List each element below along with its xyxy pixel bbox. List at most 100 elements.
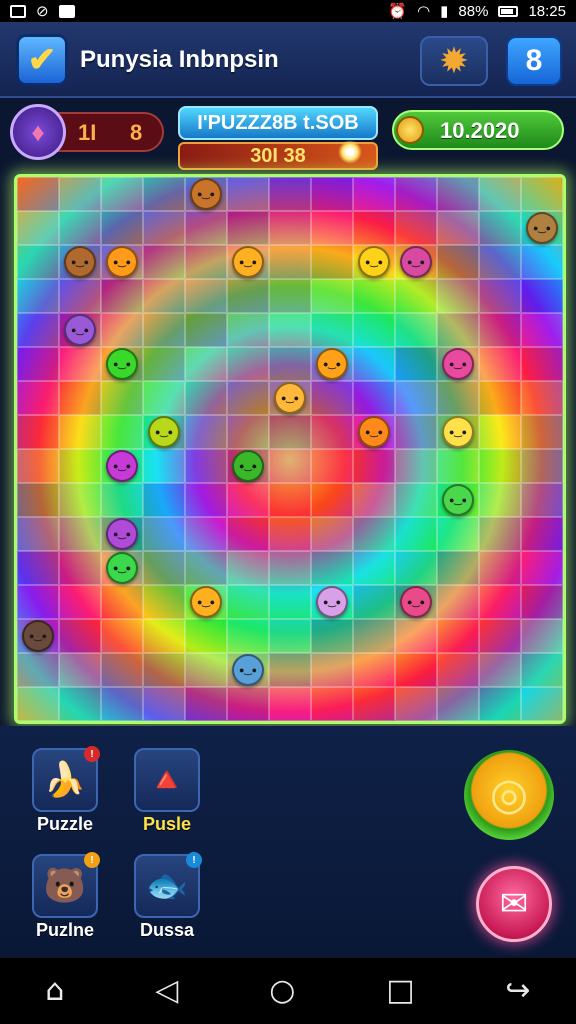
recents-icon[interactable]: □ <box>386 976 414 1006</box>
puzzle-piece[interactable] <box>521 245 563 279</box>
puzzle-piece[interactable] <box>143 177 185 211</box>
puzzle-piece[interactable] <box>521 449 563 483</box>
puzzle-piece[interactable] <box>311 415 353 449</box>
puzzle-piece[interactable] <box>437 313 479 347</box>
puzzle-piece[interactable] <box>353 177 395 211</box>
puzzle-piece[interactable] <box>143 687 185 721</box>
puzzle-piece[interactable] <box>185 381 227 415</box>
puzzle-piece[interactable] <box>479 687 521 721</box>
puzzle-piece[interactable] <box>353 653 395 687</box>
puzzle-piece[interactable] <box>353 381 395 415</box>
puzzle-piece[interactable] <box>143 313 185 347</box>
puzzle-piece[interactable] <box>353 585 395 619</box>
critter-piece[interactable]: ●‿● <box>64 246 96 278</box>
puzzle-piece[interactable] <box>479 585 521 619</box>
settings-button[interactable]: ✹ <box>420 36 488 86</box>
puzzle-piece[interactable] <box>185 653 227 687</box>
puzzle-piece[interactable] <box>311 449 353 483</box>
puzzle-piece[interactable] <box>59 585 101 619</box>
puzzle-piece[interactable] <box>17 245 59 279</box>
puzzle-piece[interactable] <box>101 687 143 721</box>
puzzle-grid[interactable]: ●‿● ●‿● ●‿● ●‿● ●‿● ●‿● ●‿● ●‿● ●‿● ●‿● ●‿● ●‿● ●‿● ●… <box>17 177 563 721</box>
inventory-tile-1[interactable]: 🍌 ! <box>32 746 100 812</box>
puzzle-piece[interactable] <box>521 279 563 313</box>
puzzle-piece[interactable] <box>311 177 353 211</box>
critter-piece[interactable]: ●‿● <box>190 586 222 618</box>
puzzle-piece[interactable] <box>437 211 479 245</box>
puzzle-piece[interactable] <box>227 279 269 313</box>
puzzle-piece[interactable] <box>311 211 353 245</box>
puzzle-piece[interactable] <box>395 619 437 653</box>
puzzle-piece[interactable] <box>143 381 185 415</box>
puzzle-piece[interactable] <box>521 517 563 551</box>
puzzle-piece[interactable] <box>17 687 59 721</box>
puzzle-piece[interactable] <box>395 653 437 687</box>
critter-piece[interactable]: ●‿● <box>358 246 390 278</box>
puzzle-piece[interactable] <box>101 211 143 245</box>
puzzle-piece[interactable] <box>353 449 395 483</box>
puzzle-piece[interactable] <box>185 313 227 347</box>
puzzle-piece[interactable] <box>311 653 353 687</box>
puzzle-piece[interactable] <box>395 279 437 313</box>
puzzle-piece[interactable] <box>227 415 269 449</box>
circle-home-icon[interactable]: ○ <box>269 976 295 1006</box>
puzzle-piece[interactable] <box>395 415 437 449</box>
puzzle-board[interactable]: ●‿● ●‿● ●‿● ●‿● ●‿● ●‿● ●‿● ●‿● ●‿● ●‿● ●‿● ●‿● ●‿● ●… <box>14 174 566 724</box>
puzzle-piece[interactable] <box>269 449 311 483</box>
critter-piece[interactable]: ●‿● <box>442 484 474 516</box>
puzzle-piece[interactable] <box>311 245 353 279</box>
puzzle-piece[interactable] <box>17 653 59 687</box>
critter-piece[interactable]: ●‿● <box>148 416 180 448</box>
puzzle-piece[interactable] <box>353 517 395 551</box>
puzzle-piece[interactable] <box>353 619 395 653</box>
puzzle-piece[interactable] <box>227 211 269 245</box>
home-icon[interactable]: ⌂ <box>45 976 64 1006</box>
gem-badge[interactable]: ♦ <box>10 104 66 160</box>
puzzle-piece[interactable] <box>269 619 311 653</box>
puzzle-piece[interactable] <box>227 585 269 619</box>
puzzle-piece[interactable] <box>143 483 185 517</box>
puzzle-piece[interactable] <box>17 279 59 313</box>
inventory-tile-3[interactable]: 🐻 ! <box>32 852 100 918</box>
puzzle-piece[interactable] <box>269 585 311 619</box>
coin-action-button[interactable]: ◎ <box>464 750 554 840</box>
puzzle-piece[interactable] <box>479 483 521 517</box>
puzzle-piece[interactable] <box>269 177 311 211</box>
puzzle-piece[interactable] <box>101 619 143 653</box>
puzzle-piece[interactable] <box>521 585 563 619</box>
puzzle-piece[interactable] <box>269 551 311 585</box>
puzzle-piece[interactable] <box>353 279 395 313</box>
puzzle-piece[interactable] <box>101 415 143 449</box>
puzzle-piece[interactable] <box>59 653 101 687</box>
puzzle-piece[interactable] <box>437 177 479 211</box>
puzzle-piece[interactable] <box>479 449 521 483</box>
puzzle-piece[interactable] <box>311 279 353 313</box>
puzzle-piece[interactable] <box>311 517 353 551</box>
critter-piece[interactable]: ●‿● <box>106 348 138 380</box>
puzzle-piece[interactable] <box>521 415 563 449</box>
critter-piece[interactable]: ●‿● <box>190 178 222 210</box>
puzzle-piece[interactable] <box>185 245 227 279</box>
puzzle-piece[interactable] <box>59 449 101 483</box>
puzzle-piece[interactable] <box>17 551 59 585</box>
puzzle-piece[interactable] <box>59 687 101 721</box>
critter-piece[interactable]: ●‿● <box>232 450 264 482</box>
puzzle-piece[interactable] <box>59 483 101 517</box>
puzzle-piece[interactable] <box>101 483 143 517</box>
puzzle-piece[interactable] <box>437 653 479 687</box>
puzzle-piece[interactable] <box>479 177 521 211</box>
puzzle-piece[interactable] <box>185 517 227 551</box>
puzzle-piece[interactable] <box>437 585 479 619</box>
puzzle-piece[interactable] <box>521 653 563 687</box>
puzzle-piece[interactable] <box>437 551 479 585</box>
puzzle-piece[interactable] <box>185 551 227 585</box>
puzzle-piece[interactable] <box>437 245 479 279</box>
puzzle-piece[interactable] <box>101 653 143 687</box>
puzzle-piece[interactable] <box>185 415 227 449</box>
critter-piece[interactable]: ●‿● <box>106 450 138 482</box>
puzzle-piece[interactable] <box>437 517 479 551</box>
puzzle-piece[interactable] <box>59 381 101 415</box>
puzzle-piece[interactable] <box>353 687 395 721</box>
critter-piece[interactable]: ●‿● <box>400 586 432 618</box>
puzzle-piece[interactable] <box>521 177 563 211</box>
